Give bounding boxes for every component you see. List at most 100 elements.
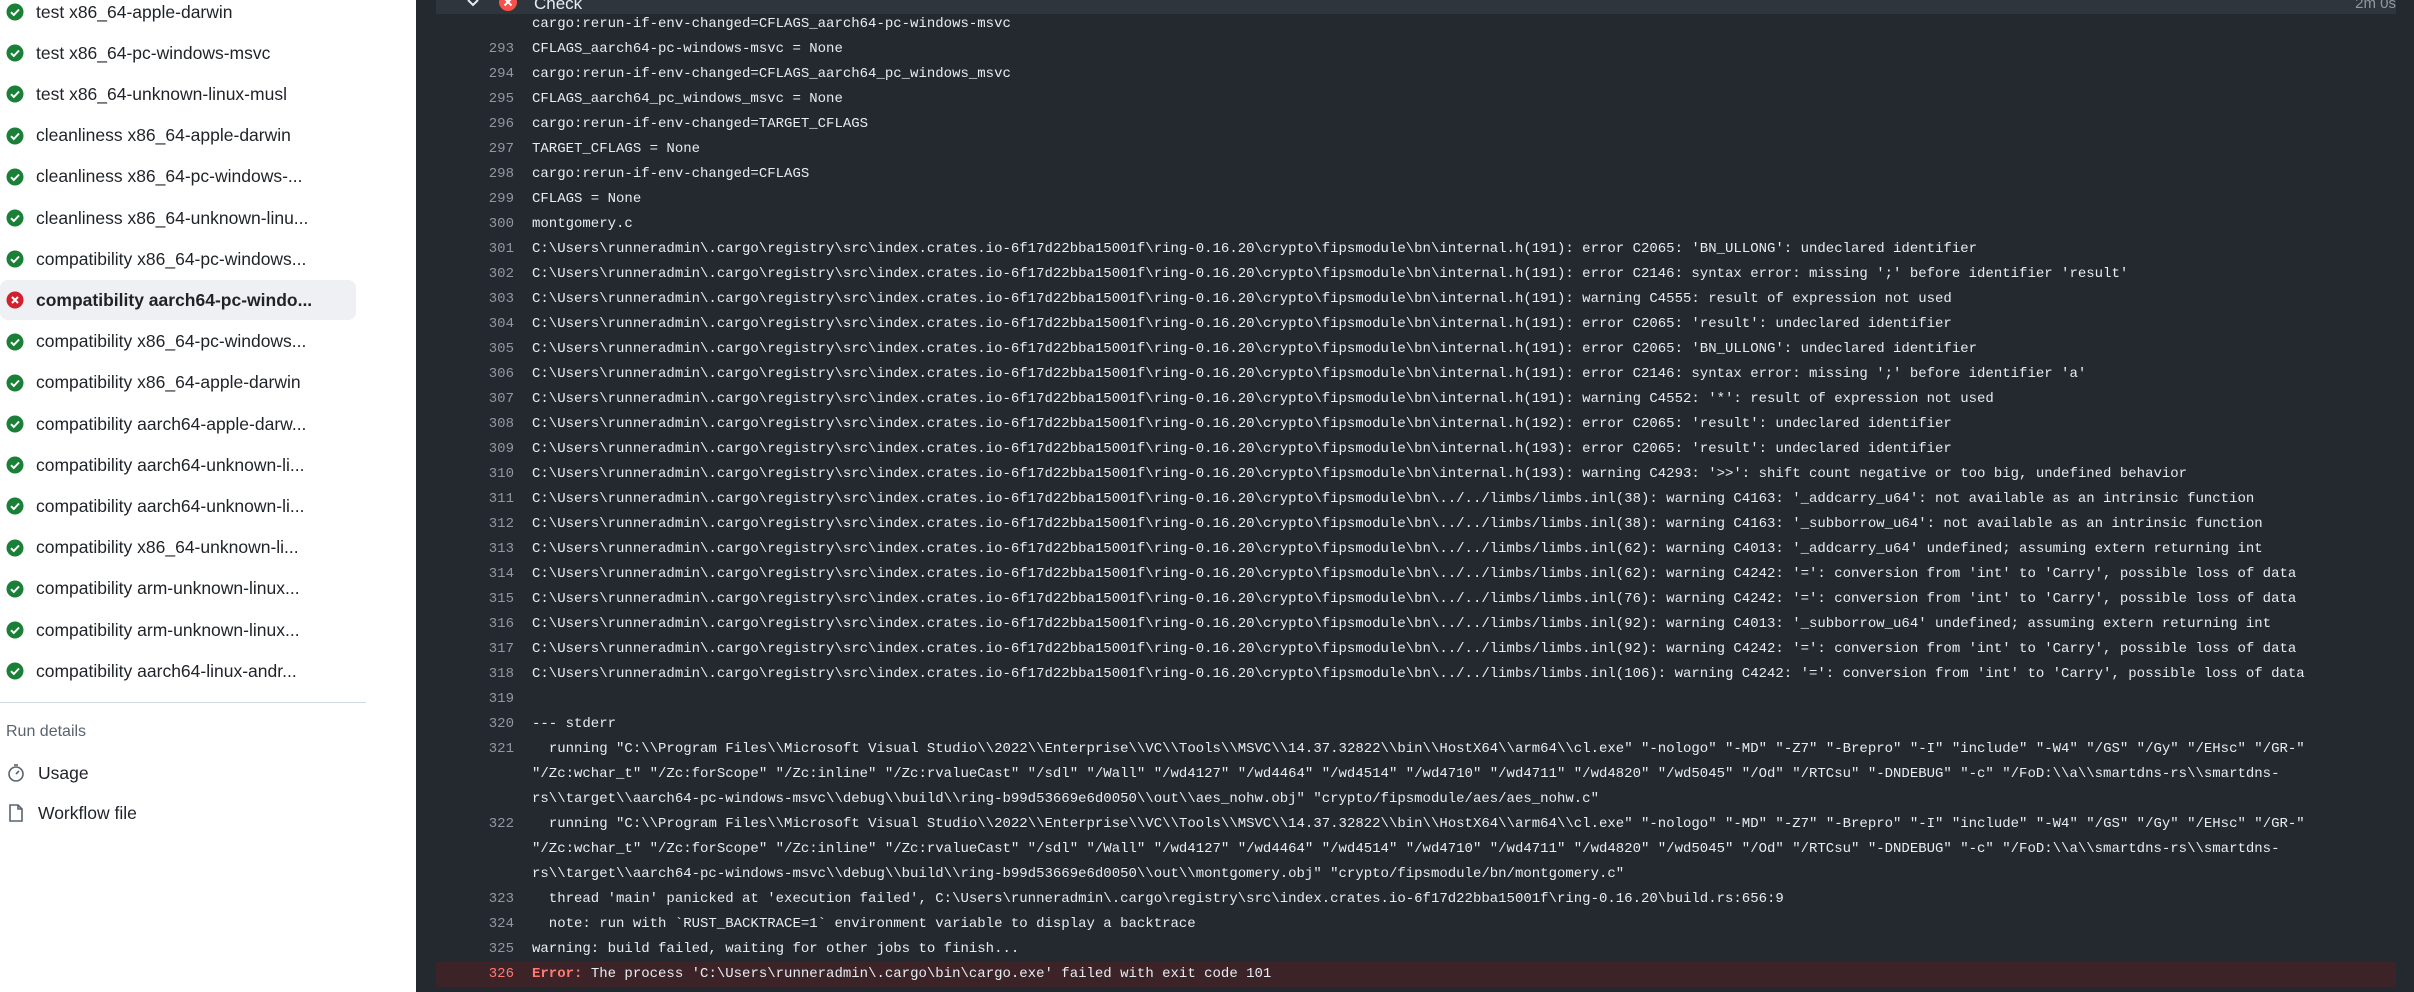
line-text: cargo:rerun-if-env-changed=TARGET_CFLAGS bbox=[532, 116, 869, 132]
log-line: 311 C:\Users\runneradmin\.cargo\registry\… bbox=[436, 487, 2396, 512]
job-item[interactable]: cleanliness x86_64-apple-darwin bbox=[0, 116, 356, 156]
job-item[interactable]: compatibility x86_64-unknown-li... bbox=[0, 528, 356, 568]
job-item[interactable]: compatibility aarch64-unknown-li... bbox=[0, 486, 356, 526]
job-item[interactable]: cleanliness x86_64-unknown-linu... bbox=[0, 198, 356, 238]
line-number[interactable]: 324 bbox=[436, 912, 514, 937]
line-number[interactable]: 318 bbox=[436, 662, 514, 687]
line-text: CFLAGS_aarch64_pc_windows_msvc = None bbox=[532, 91, 843, 107]
line-number[interactable]: 305 bbox=[436, 337, 514, 362]
line-number[interactable]: 311 bbox=[436, 487, 514, 512]
job-item[interactable]: compatibility x86_64-pc-windows... bbox=[0, 322, 356, 362]
job-item[interactable]: compatibility aarch64-linux-andr... bbox=[0, 651, 356, 691]
log-line: 304 C:\Users\runneradmin\.cargo\registry\… bbox=[436, 312, 2396, 337]
log-line: 319 bbox=[436, 687, 2396, 712]
check-circle-icon bbox=[6, 662, 24, 680]
check-circle-icon bbox=[6, 85, 24, 103]
line-number[interactable]: 320 bbox=[436, 712, 514, 737]
line-number[interactable]: 317 bbox=[436, 637, 514, 662]
line-number[interactable]: 295 bbox=[436, 87, 514, 112]
line-number[interactable]: 303 bbox=[436, 287, 514, 312]
step-duration: 2m 0s bbox=[2355, 0, 2396, 12]
job-item[interactable]: test x86_64-pc-windows-msvc bbox=[0, 33, 356, 73]
job-item[interactable]: compatibility arm-unknown-linux... bbox=[0, 610, 356, 650]
error-label: Error: bbox=[532, 966, 583, 982]
line-text: C:\Users\runneradmin\.cargo\registry\src… bbox=[532, 391, 1994, 407]
log-pane: cargo:rerun-if-env-changed=CFLAGS_aarch6… bbox=[416, 0, 2414, 992]
line-number[interactable]: 313 bbox=[436, 537, 514, 562]
job-item[interactable]: compatibility aarch64-unknown-li... bbox=[0, 445, 356, 485]
line-text: running "C:\\Program Files\\Microsoft Vi… bbox=[532, 816, 2314, 882]
job-item[interactable]: compatibility arm-unknown-linux... bbox=[0, 569, 356, 609]
check-circle-icon bbox=[6, 209, 24, 227]
log-line: 313 C:\Users\runneradmin\.cargo\registry\… bbox=[436, 537, 2396, 562]
log-line-error: 326 Error: The process 'C:\Users\runnerad… bbox=[436, 962, 2396, 987]
line-number[interactable]: 312 bbox=[436, 512, 514, 537]
line-number[interactable]: 294 bbox=[436, 62, 514, 87]
line-number[interactable]: 307 bbox=[436, 387, 514, 412]
job-label: compatibility aarch64-apple-darw... bbox=[36, 413, 307, 434]
check-circle-icon bbox=[6, 374, 24, 392]
job-item[interactable]: test x86_64-unknown-linux-musl bbox=[0, 74, 356, 114]
job-item[interactable]: compatibility aarch64-apple-darw... bbox=[0, 404, 356, 444]
job-label: test x86_64-pc-windows-msvc bbox=[36, 42, 271, 63]
line-content: Error: The process 'C:\Users\runneradmin… bbox=[532, 962, 1271, 987]
log-line: 297 TARGET_CFLAGS = None bbox=[436, 137, 2396, 162]
line-number[interactable]: 315 bbox=[436, 587, 514, 612]
line-text: C:\Users\runneradmin\.cargo\registry\src… bbox=[532, 491, 2255, 507]
line-number[interactable]: 297 bbox=[436, 137, 514, 162]
log-line: 296 cargo:rerun-if-env-changed=TARGET_CFL… bbox=[436, 112, 2396, 137]
log-line: 317 C:\Users\runneradmin\.cargo\registry\… bbox=[436, 637, 2396, 662]
line-number[interactable]: 301 bbox=[436, 237, 514, 262]
job-item[interactable]: cleanliness x86_64-pc-windows-... bbox=[0, 157, 356, 197]
line-number[interactable]: 299 bbox=[436, 187, 514, 212]
line-number[interactable]: 325 bbox=[436, 937, 514, 962]
log-line: 306 C:\Users\runneradmin\.cargo\registry\… bbox=[436, 362, 2396, 387]
job-item[interactable]: test x86_64-apple-darwin bbox=[0, 0, 356, 32]
job-label: compatibility aarch64-linux-andr... bbox=[36, 660, 297, 681]
line-number[interactable]: 326 bbox=[436, 962, 514, 987]
log-line: 294 cargo:rerun-if-env-changed=CFLAGS_aar… bbox=[436, 62, 2396, 87]
log-line: 310 C:\Users\runneradmin\.cargo\registry\… bbox=[436, 462, 2396, 487]
line-number[interactable]: 302 bbox=[436, 262, 514, 287]
line-number[interactable]: 321 bbox=[436, 737, 514, 762]
usage-link[interactable]: Usage bbox=[6, 758, 89, 788]
line-text: TARGET_CFLAGS = None bbox=[532, 141, 701, 157]
log-line: 303 C:\Users\runneradmin\.cargo\registry\… bbox=[436, 287, 2396, 312]
line-number[interactable]: 310 bbox=[436, 462, 514, 487]
line-text: C:\Users\runneradmin\.cargo\registry\src… bbox=[532, 616, 2272, 632]
workflow-file-link[interactable]: Workflow file bbox=[6, 798, 137, 828]
job-label: compatibility aarch64-pc-windo... bbox=[36, 289, 313, 310]
line-number[interactable]: 309 bbox=[436, 437, 514, 462]
line-number[interactable]: 298 bbox=[436, 162, 514, 187]
line-number[interactable]: 322 bbox=[436, 812, 514, 837]
job-label: cleanliness x86_64-pc-windows-... bbox=[36, 166, 303, 187]
line-number[interactable]: 306 bbox=[436, 362, 514, 387]
job-label: compatibility aarch64-unknown-li... bbox=[36, 495, 305, 516]
line-number[interactable]: 314 bbox=[436, 562, 514, 587]
line-text: montgomery.c bbox=[532, 216, 633, 232]
workflow-file-label: Workflow file bbox=[38, 802, 137, 823]
line-number[interactable]: 293 bbox=[436, 37, 514, 62]
job-label: compatibility arm-unknown-linux... bbox=[36, 578, 300, 599]
check-circle-icon bbox=[6, 3, 24, 21]
line-number[interactable]: 304 bbox=[436, 312, 514, 337]
chevron-down-icon[interactable] bbox=[464, 0, 482, 12]
line-number[interactable]: 323 bbox=[436, 887, 514, 912]
line-number[interactable]: 296 bbox=[436, 112, 514, 137]
job-item[interactable]: compatibility x86_64-pc-windows... bbox=[0, 239, 356, 279]
log-line: 300 montgomery.c bbox=[436, 212, 2396, 237]
check-circle-icon bbox=[6, 127, 24, 145]
failure-icon bbox=[499, 0, 517, 11]
line-number[interactable]: 316 bbox=[436, 612, 514, 637]
stopwatch-icon bbox=[8, 764, 24, 782]
job-item[interactable]: compatibility aarch64-pc-windo... bbox=[0, 280, 356, 321]
job-item[interactable]: compatibility x86_64-apple-darwin bbox=[0, 363, 356, 403]
line-text: C:\Users\runneradmin\.cargo\registry\src… bbox=[532, 241, 1978, 257]
step-title: Check bbox=[534, 0, 583, 13]
usage-label: Usage bbox=[38, 762, 89, 783]
line-number[interactable]: 308 bbox=[436, 412, 514, 437]
line-number[interactable]: 300 bbox=[436, 212, 514, 237]
line-number[interactable]: 319 bbox=[436, 687, 514, 712]
log-line: 320 --- stderr bbox=[436, 712, 2396, 737]
step-header[interactable]: Check 2m 0s bbox=[436, 0, 2396, 14]
